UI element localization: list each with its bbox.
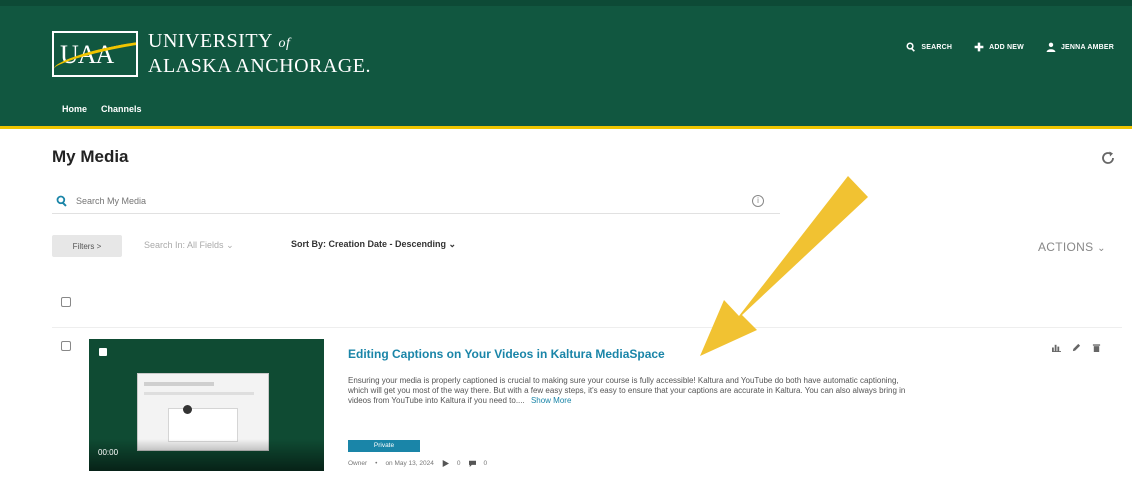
refresh-icon[interactable]	[1100, 150, 1116, 166]
search-bar	[52, 188, 780, 214]
logo-line-2: Alaska Anchorage.	[148, 55, 371, 77]
nav-home[interactable]: Home	[62, 104, 87, 114]
logo-line-1: University	[148, 30, 273, 52]
actions-dropdown[interactable]: ACTIONS ⌄	[1038, 240, 1106, 254]
plus-icon	[974, 42, 984, 52]
search-label: SEARCH	[921, 43, 953, 51]
uaa-logo[interactable]: UAA University of Alaska Anchorage.	[52, 30, 371, 77]
chevron-down-icon: ⌄	[1097, 243, 1106, 254]
sort-by-dropdown[interactable]: Sort By: Creation Date - Descending ⌄	[291, 239, 456, 250]
page-title: My Media	[52, 147, 129, 166]
divider	[52, 327, 1122, 328]
media-description: Ensuring your media is properly captione…	[348, 376, 908, 406]
media-date: on May 13, 2024	[385, 460, 434, 467]
media-duration: 00:00	[98, 448, 119, 457]
user-name: JENNA AMBER	[1060, 43, 1114, 51]
play-icon	[183, 405, 192, 414]
media-meta: Owner • on May 13, 2024 0 0	[348, 460, 487, 467]
page: UAA University of Alaska Anchorage. Home…	[0, 0, 1132, 487]
search-icon	[56, 195, 67, 207]
show-more-link[interactable]: Show More	[531, 396, 571, 405]
header-accent-line	[0, 126, 1132, 129]
add-new-button[interactable]: ADD NEW	[974, 42, 1024, 52]
chevron-down-icon: ⌄	[226, 240, 234, 250]
media-description-text: Ensuring your media is properly captione…	[348, 376, 906, 405]
filters-button[interactable]: Filters >	[52, 235, 122, 257]
user-menu-button[interactable]: JENNA AMBER	[1046, 42, 1114, 52]
header-actions: SEARCH ADD NEW JENNA AMBER	[906, 42, 1114, 52]
play-count-icon	[442, 460, 449, 467]
logo-wordmark: University of Alaska Anchorage.	[148, 30, 371, 77]
actions-label: ACTIONS	[1038, 240, 1094, 254]
sort-by-label: Sort By: Creation Date - Descending	[291, 239, 447, 249]
search-in-label: Search In: All Fields	[144, 240, 224, 250]
info-icon[interactable]: i	[752, 195, 764, 207]
owner-label: Owner	[348, 460, 368, 467]
logo-of: of	[278, 36, 291, 51]
search-icon	[906, 42, 916, 52]
edit-icon[interactable]	[1072, 343, 1081, 352]
main-nav: Home Channels	[62, 104, 142, 114]
user-icon	[1046, 42, 1056, 52]
search-button[interactable]: SEARCH	[906, 42, 952, 52]
bullet: •	[375, 460, 378, 467]
select-all-checkbox[interactable]	[61, 297, 71, 307]
media-thumbnail[interactable]: 00:00	[89, 339, 324, 471]
privacy-badge: Private	[348, 440, 420, 452]
search-in-dropdown[interactable]: Search In: All Fields ⌄	[144, 240, 234, 251]
search-input[interactable]	[76, 195, 676, 206]
media-row-checkbox[interactable]	[61, 341, 71, 351]
site-header: UAA University of Alaska Anchorage. Home…	[0, 0, 1132, 126]
row-actions	[1052, 343, 1101, 352]
analytics-icon[interactable]	[1052, 343, 1061, 352]
add-new-label: ADD NEW	[989, 43, 1024, 51]
delete-icon[interactable]	[1092, 343, 1101, 352]
media-title-link[interactable]: Editing Captions on Your Videos in Kaltu…	[348, 347, 665, 361]
logo-mark: UAA	[52, 30, 138, 77]
lock-icon	[99, 348, 107, 356]
comment-count: 0	[483, 460, 488, 467]
chevron-down-icon: ⌄	[448, 239, 457, 249]
comment-icon	[468, 460, 476, 467]
nav-channels[interactable]: Channels	[101, 104, 142, 114]
play-count: 0	[456, 460, 461, 467]
